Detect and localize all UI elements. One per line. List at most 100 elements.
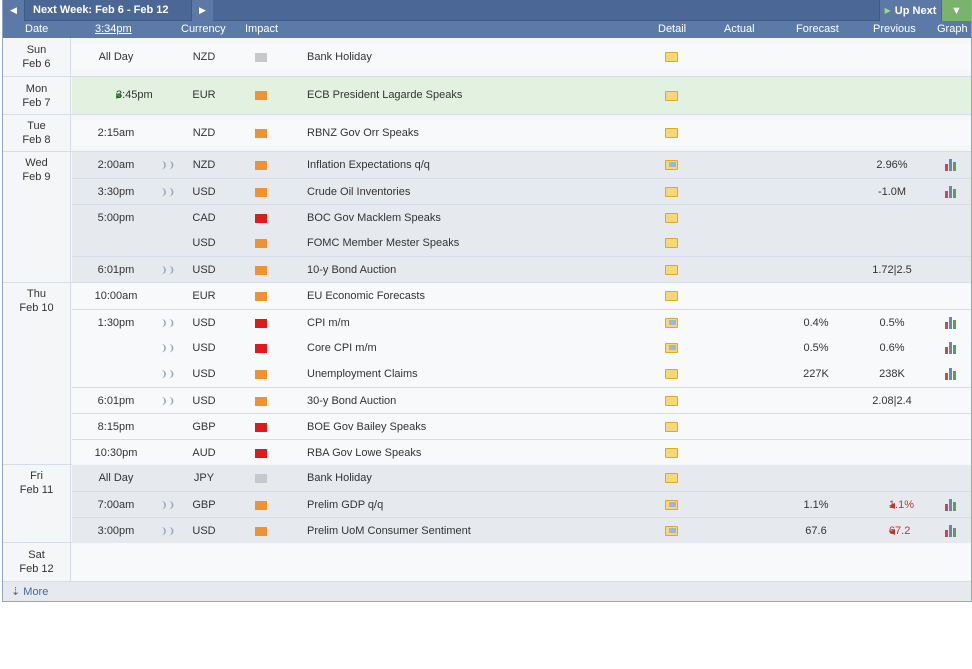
day-label: Tue Feb 8 — [3, 115, 71, 151]
bar-graph-icon[interactable] — [945, 498, 959, 511]
detail-folder-icon[interactable] — [665, 343, 678, 353]
speaker-icon[interactable]: ❩❩ — [160, 397, 175, 406]
event-row[interactable]: USD FOMC Member Mester Speaks — [72, 230, 971, 256]
event-previous: 1.72|2.5 — [872, 264, 912, 276]
bar-graph-icon[interactable] — [945, 185, 959, 198]
event-row[interactable]: ❩❩ USD Core CPI m/m 0.5% 0.6% — [72, 335, 971, 361]
speaker-icon[interactable]: ❩❩ — [160, 161, 175, 170]
event-row[interactable]: 1:30pm ❩❩ USD CPI m/m 0.4% 0.5% — [72, 309, 971, 335]
event-row[interactable]: 5:00pm CAD BOC Gov Macklem Speaks — [72, 204, 971, 230]
event-title[interactable]: 30-y Bond Auction — [307, 388, 396, 414]
up-next-button[interactable]: ▶ Up Next — [879, 0, 941, 21]
event-title[interactable]: Inflation Expectations q/q — [307, 152, 430, 178]
event-title[interactable]: Crude Oil Inventories — [307, 179, 410, 205]
detail-folder-icon[interactable] — [665, 369, 678, 379]
speaker-icon[interactable]: ❩❩ — [160, 344, 175, 353]
previous-value: 67.2 — [888, 525, 911, 537]
detail-folder-icon[interactable] — [665, 473, 678, 483]
detail-folder-icon[interactable] — [665, 128, 678, 138]
event-row[interactable]: 10:00am EUR EU Economic Forecasts — [72, 283, 971, 309]
detail-folder-icon[interactable] — [665, 422, 678, 432]
impact-icon-medium — [255, 239, 267, 248]
detail-folder-icon[interactable] — [665, 52, 678, 62]
bar-graph-icon[interactable] — [945, 524, 959, 537]
detail-folder-icon[interactable] — [665, 448, 678, 458]
event-title[interactable]: RBNZ Gov Orr Speaks — [307, 120, 419, 146]
event-row[interactable]: All Day JPY Bank Holiday — [72, 465, 971, 491]
day-label: Mon Feb 7 — [3, 77, 71, 114]
impact-icon-high — [255, 214, 267, 223]
impact-icon-medium — [255, 527, 267, 536]
detail-folder-icon[interactable] — [665, 318, 678, 328]
event-title[interactable]: CPI m/m — [307, 310, 350, 336]
speaker-icon[interactable]: ❩❩ — [160, 319, 175, 328]
event-title[interactable]: Bank Holiday — [307, 465, 372, 491]
detail-folder-icon[interactable] — [665, 500, 678, 510]
event-row[interactable]: 7:00am ❩❩ GBP Prelim GDP q/q 1.1% 1.1% ◀ — [72, 491, 971, 517]
event-row[interactable]: ❩❩ USD Unemployment Claims 227K 238K — [72, 361, 971, 387]
event-title[interactable]: BOE Gov Bailey Speaks — [307, 414, 426, 440]
event-row[interactable]: 6:01pm ❩❩ USD 10-y Bond Auction 1.72|2.5 — [72, 256, 971, 282]
event-row[interactable]: 8:15pm GBP BOE Gov Bailey Speaks — [72, 413, 971, 439]
speaker-icon[interactable]: ❩❩ — [160, 527, 175, 536]
day-of-week: Thu — [27, 288, 46, 300]
event-row[interactable]: 3:00pm ❩❩ USD Prelim UoM Consumer Sentim… — [72, 517, 971, 543]
bar-graph-icon[interactable] — [945, 367, 959, 380]
event-title[interactable]: 10-y Bond Auction — [307, 257, 396, 283]
day-label: Sun Feb 6 — [3, 38, 71, 76]
event-row[interactable]: 6:01pm ❩❩ USD 30-y Bond Auction 2.08|2.4 — [72, 387, 971, 413]
detail-folder-icon[interactable] — [665, 187, 678, 197]
speaker-icon[interactable]: ❩❩ — [160, 370, 175, 379]
event-row-upcoming[interactable]: ▶ 3:45pm EUR ECB President Lagarde Speaks — [72, 77, 971, 114]
event-title[interactable]: RBA Gov Lowe Speaks — [307, 440, 421, 466]
event-currency: EUR — [192, 89, 216, 101]
detail-folder-icon[interactable] — [665, 396, 678, 406]
speaker-icon[interactable]: ❩❩ — [160, 501, 175, 510]
event-row[interactable]: 2:00am ❩❩ NZD Inflation Expectations q/q… — [72, 152, 971, 178]
event-time: 8:15pm — [97, 421, 135, 433]
day-label: Thu Feb 10 — [3, 283, 71, 464]
event-time: All Day — [98, 51, 134, 63]
event-title[interactable]: Unemployment Claims — [307, 361, 418, 387]
event-title[interactable]: ECB President Lagarde Speaks — [307, 77, 462, 114]
impact-icon-medium — [255, 397, 267, 406]
event-title[interactable]: Core CPI m/m — [307, 335, 377, 361]
more-link[interactable]: ⇣ More — [3, 581, 971, 601]
detail-folder-icon[interactable] — [665, 238, 678, 248]
event-title[interactable]: EU Economic Forecasts — [307, 283, 425, 309]
event-time: 10:00am — [94, 290, 138, 302]
event-currency: USD — [192, 525, 216, 537]
event-title[interactable]: BOC Gov Macklem Speaks — [307, 205, 441, 231]
detail-folder-icon[interactable] — [665, 91, 678, 101]
event-previous: 2.08|2.4 — [872, 395, 912, 407]
event-row[interactable]: 10:30pm AUD RBA Gov Lowe Speaks — [72, 439, 971, 465]
bar-graph-icon[interactable] — [945, 158, 959, 171]
current-time-header[interactable]: 3:34pm — [95, 21, 132, 38]
play-icon: ▶ — [884, 6, 891, 15]
more-label: More — [23, 586, 49, 598]
speaker-icon[interactable]: ❩❩ — [160, 266, 175, 275]
prev-week-button[interactable]: ◀ — [3, 0, 25, 21]
detail-folder-icon[interactable] — [665, 291, 678, 301]
event-row[interactable]: 2:15am NZD RBNZ Gov Orr Speaks — [72, 120, 971, 146]
detail-folder-icon[interactable] — [665, 213, 678, 223]
event-title[interactable]: FOMC Member Mester Speaks — [307, 230, 459, 256]
next-week-button[interactable]: ▶ — [191, 0, 213, 21]
impact-icon-high — [255, 449, 267, 458]
event-title[interactable]: Prelim UoM Consumer Sentiment — [307, 518, 471, 544]
event-row[interactable]: 3:30pm ❩❩ USD Crude Oil Inventories -1.0… — [72, 178, 971, 204]
event-title[interactable]: Prelim GDP q/q — [307, 492, 383, 518]
event-currency: JPY — [193, 472, 215, 484]
filter-button[interactable]: ▼ — [942, 0, 971, 21]
speaker-icon[interactable]: ❩❩ — [160, 188, 175, 197]
forecast-header: Forecast — [796, 23, 839, 35]
bar-graph-icon[interactable] — [945, 316, 959, 329]
event-row[interactable]: All Day NZD Bank Holiday — [72, 44, 971, 70]
detail-folder-icon[interactable] — [665, 160, 678, 170]
detail-folder-icon[interactable] — [665, 526, 678, 536]
event-title[interactable]: Bank Holiday — [307, 44, 372, 70]
day-of-week: Sat — [28, 549, 45, 561]
bar-graph-icon[interactable] — [945, 341, 959, 354]
detail-folder-icon[interactable] — [665, 265, 678, 275]
event-currency: USD — [192, 237, 216, 249]
